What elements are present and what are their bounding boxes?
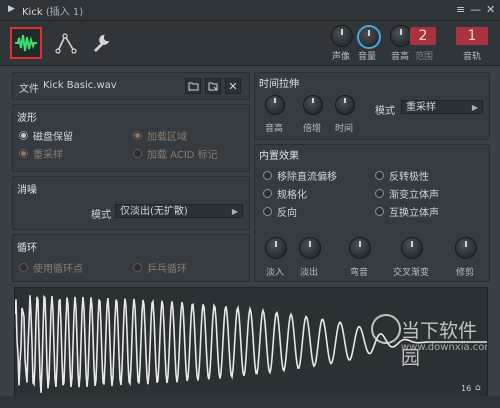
stretch-mode-dropdown[interactable]: 重采样 ▶ bbox=[401, 100, 483, 114]
folder-locate-icon bbox=[208, 82, 217, 90]
load-acid-markers-radio[interactable] bbox=[133, 149, 142, 158]
bend-knob[interactable] bbox=[349, 237, 371, 259]
swap-stereo-label: 互换立体声 bbox=[389, 208, 439, 219]
range-label: 范围 bbox=[414, 52, 433, 62]
trim-label: 修剪 bbox=[455, 268, 474, 278]
use-loop-points-radio[interactable] bbox=[19, 263, 28, 272]
stretch-pitch-label: 音高 bbox=[264, 124, 283, 134]
clear-file-button[interactable]: ✕ bbox=[225, 78, 241, 94]
waveform-title: 波形 bbox=[17, 113, 37, 124]
window-title-name: Kick bbox=[22, 7, 43, 18]
stretch-mode-label: 模式 bbox=[375, 106, 395, 117]
effects-panel: 内置效果 移除直流偏移 反转极性 规格化 渐变立体声 反向 互换立体声 淡入 淡… bbox=[254, 144, 490, 282]
normalize-label: 规格化 bbox=[277, 190, 307, 201]
denoise-panel: 消噪 模式 仅淡出(无扩散) ▶ bbox=[12, 176, 250, 230]
stretch-mode-value: 重采样 bbox=[406, 102, 436, 113]
load-regions-label: 加载区域 bbox=[147, 132, 187, 143]
file-name: Kick Basic.wav bbox=[43, 80, 117, 91]
watermark-url: www.downxia.com bbox=[401, 342, 488, 353]
menu-icon[interactable]: ≡ bbox=[456, 3, 465, 16]
channel-settings-window: ▶ Kick (插入 1) ≡ — ✕ 声像 音量 音高 2 范围 1 音轨 文… bbox=[0, 0, 500, 408]
pitch-range-value[interactable]: 2 bbox=[410, 27, 436, 45]
file-panel: 文件 Kick Basic.wav ✕ bbox=[12, 72, 250, 100]
waveform-display[interactable]: 当下软件园 www.downxia.com 16 ⌂ bbox=[14, 287, 488, 397]
remove-dc-offset-radio[interactable] bbox=[263, 171, 272, 180]
load-regions-radio[interactable] bbox=[133, 131, 142, 140]
fade-stereo-radio[interactable] bbox=[375, 189, 384, 198]
track-number[interactable]: 1 bbox=[456, 27, 488, 45]
envelope-tab-icon[interactable] bbox=[52, 29, 80, 57]
pitch-knob[interactable] bbox=[390, 25, 412, 47]
stretch-pitch-knob[interactable] bbox=[265, 95, 285, 115]
bottom-bar bbox=[0, 396, 500, 408]
reverse-polarity-label: 反转极性 bbox=[389, 172, 429, 183]
folder-icon bbox=[188, 82, 198, 90]
time-stretch-panel: 时间拉伸 音高 倍增 时间 模式 重采样 ▶ bbox=[254, 72, 490, 140]
resample-label: 重采样 bbox=[33, 150, 63, 161]
effects-title: 内置效果 bbox=[259, 151, 299, 162]
denoise-mode-value: 仅淡出(无扩散) bbox=[120, 206, 188, 217]
track-label: 音轨 bbox=[462, 52, 481, 62]
wrench-tab-icon[interactable] bbox=[88, 29, 116, 57]
loop-panel: 循环 使用循环点 乒乓循环 bbox=[12, 234, 250, 282]
trim-knob[interactable] bbox=[455, 237, 477, 259]
minimize-icon[interactable]: — bbox=[470, 3, 481, 16]
reverse-label: 反向 bbox=[277, 208, 297, 219]
stretch-time-label: 时间 bbox=[334, 124, 353, 134]
watermark-logo-icon bbox=[371, 314, 401, 344]
reverse-radio[interactable] bbox=[263, 207, 272, 216]
waveform-panel: 波形 磁盘保留 加载区域 重采样 加载 ACID 标记 bbox=[12, 104, 250, 172]
denoise-mode-dropdown[interactable]: 仅淡出(无扩散) ▶ bbox=[115, 204, 243, 218]
window-title-suffix: (插入 1) bbox=[45, 7, 84, 18]
file-label: 文件 bbox=[19, 84, 39, 95]
reverse-polarity-radio[interactable] bbox=[375, 171, 384, 180]
swap-stereo-radio[interactable] bbox=[375, 207, 384, 216]
crossfade-label: 交叉渐变 bbox=[392, 268, 429, 278]
window-menu-arrow-icon[interactable]: ▶ bbox=[8, 4, 15, 14]
keep-on-disk-radio[interactable] bbox=[19, 131, 28, 140]
crossfade-knob[interactable] bbox=[401, 237, 423, 259]
fade-out-label: 淡出 bbox=[299, 268, 318, 278]
close-icon[interactable]: ✕ bbox=[486, 3, 495, 16]
title-bar[interactable]: ▶ Kick (插入 1) ≡ — ✕ bbox=[0, 0, 500, 21]
resample-radio[interactable] bbox=[19, 149, 28, 158]
normalize-radio[interactable] bbox=[263, 189, 272, 198]
denoise-mode-label: 模式 bbox=[91, 210, 111, 221]
loop-title: 循环 bbox=[17, 243, 37, 254]
zoom-value[interactable]: 16 bbox=[461, 384, 471, 393]
caret-right-icon: ▶ bbox=[231, 207, 238, 216]
sample-settings-tab-wave-icon[interactable] bbox=[10, 27, 42, 59]
caret-right-icon: ▶ bbox=[471, 103, 478, 112]
pan-knob[interactable] bbox=[331, 25, 353, 47]
ping-pong-loop-label: 乒乓循环 bbox=[147, 264, 187, 275]
volume-knob[interactable] bbox=[357, 25, 381, 49]
load-acid-markers-label: 加载 ACID 标记 bbox=[147, 150, 218, 161]
fade-out-knob[interactable] bbox=[299, 237, 321, 259]
ping-pong-loop-radio[interactable] bbox=[133, 263, 142, 272]
fade-stereo-label: 渐变立体声 bbox=[389, 190, 439, 201]
use-loop-points-label: 使用循环点 bbox=[33, 264, 83, 275]
time-stretch-title: 时间拉伸 bbox=[259, 79, 299, 90]
stretch-time-knob[interactable] bbox=[335, 95, 355, 115]
zoom-icon[interactable]: ⌂ bbox=[475, 383, 481, 393]
keep-on-disk-label: 磁盘保留 bbox=[33, 132, 73, 143]
stretch-multiplier-knob[interactable] bbox=[303, 95, 323, 115]
bend-label: 弯音 bbox=[349, 268, 368, 278]
denoise-title: 消噪 bbox=[17, 185, 37, 196]
window-title: Kick (插入 1) bbox=[22, 3, 83, 18]
locate-file-button[interactable] bbox=[205, 78, 221, 94]
clear-icon: ✕ bbox=[228, 79, 238, 93]
toolbar: 声像 音量 音高 2 范围 1 音轨 bbox=[0, 21, 500, 66]
fade-in-knob[interactable] bbox=[265, 237, 287, 259]
open-folder-button[interactable] bbox=[185, 78, 201, 94]
remove-dc-offset-label: 移除直流偏移 bbox=[277, 172, 337, 183]
